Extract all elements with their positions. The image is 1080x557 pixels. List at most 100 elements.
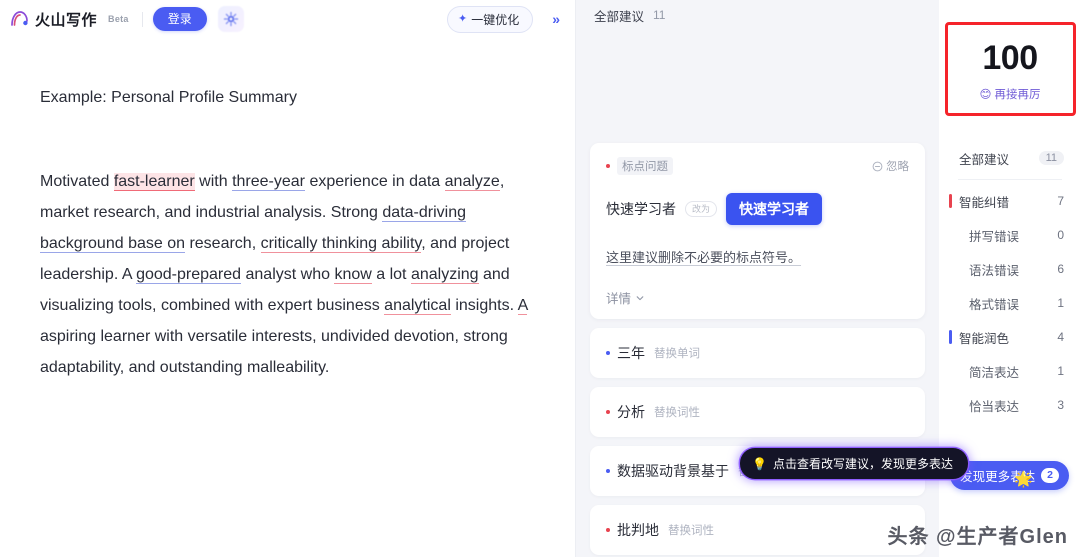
underline-good-prepared[interactable]: good-prepared — [136, 266, 242, 284]
sidebar-count: 1 — [1057, 364, 1064, 378]
document-title: Example: Personal Profile Summary — [40, 89, 297, 106]
severity-dot-icon — [606, 410, 610, 414]
sidebar-item-appropriate[interactable]: 恰当表达 3 — [939, 388, 1080, 422]
suggestion-card-header: 标点问题 忽略 — [606, 157, 909, 175]
score-value: 100 — [976, 38, 1044, 79]
beta-badge: Beta — [108, 14, 129, 24]
sidebar-item-all[interactable]: 全部建议 11 — [939, 141, 1080, 175]
brand-name: 火山写作 — [35, 11, 98, 29]
sparkle-icon: ✦ — [457, 12, 468, 25]
login-button[interactable]: 登录 — [152, 6, 207, 32]
list-item-tag: 替换词性 — [654, 407, 700, 419]
sidebar-label: 语法错误 — [969, 263, 1020, 278]
list-item-word: 三年 — [617, 345, 645, 361]
underline-analyze[interactable]: analyze — [444, 173, 500, 191]
category-bar-icon — [949, 330, 952, 344]
sidebar-label: 全部建议 — [959, 152, 1010, 167]
original-word: 快速学习者 — [606, 201, 676, 217]
score-wrapper: 100 😊 再接再厉 — [939, 22, 1080, 122]
circle-minus-icon — [872, 161, 883, 171]
list-item-tag: 替换单词 — [654, 348, 700, 360]
discover-count: 2 — [1041, 468, 1059, 483]
sidebar-item-grammar[interactable]: 语法错误 6 — [939, 252, 1080, 286]
smile-emoji-icon: 😊 — [979, 88, 992, 101]
sidebar-label: 简洁表达 — [969, 365, 1020, 380]
sidebar-label: 智能润色 — [959, 331, 1010, 346]
underline-analyzing[interactable]: analyzing — [410, 266, 479, 284]
underline-analytical[interactable]: analytical — [384, 297, 451, 315]
collapse-panel-icon[interactable]: » — [547, 10, 565, 28]
document-paragraph: Motivated fast-learner with three-year e… — [40, 166, 535, 383]
list-item[interactable]: 三年 替换单词 — [590, 328, 925, 378]
app-root: 火山写作 Beta 登录 ✦ 一键优化 » Example: Personal … — [0, 0, 1080, 557]
one-click-optimize-button[interactable]: ✦ 一键优化 — [446, 5, 534, 33]
severity-dot-icon — [606, 469, 610, 473]
sidebar-item-format[interactable]: 格式错误 1 — [939, 286, 1080, 320]
sidebar-label: 智能纠错 — [959, 195, 1010, 210]
score-card: 100 😊 再接再厉 — [951, 26, 1069, 116]
sidebar-count: 1 — [1057, 296, 1064, 310]
optimize-label: 一键优化 — [471, 12, 520, 27]
category-bar-icon — [949, 194, 952, 208]
ignore-button[interactable]: 忽略 — [872, 158, 909, 174]
chevron-down-icon — [636, 295, 644, 300]
details-label: 详情 — [606, 292, 632, 306]
suggestion-type-badge: 标点问题 — [617, 157, 673, 175]
magic-wand-icon[interactable] — [217, 6, 244, 32]
underline-know[interactable]: know — [334, 266, 372, 284]
text-seg: insights. — [450, 297, 518, 314]
watermark: 头条 @生产者Glen — [887, 526, 1068, 548]
toolbar-divider — [141, 11, 143, 27]
sidebar-count: 7 — [1057, 194, 1064, 208]
replace-arrow-pill: 改为 — [685, 200, 718, 218]
text-seg: a lot — [371, 266, 411, 283]
list-item[interactable]: 批判地 替换词性 — [590, 505, 925, 555]
underline-critically-thinking[interactable]: critically thinking ability — [260, 235, 422, 253]
sidebar-count: 11 — [1038, 151, 1064, 165]
category-list: 全部建议 11 智能纠错 7 拼写错误 0 语法错误 6 格式错误 1 智能润色… — [939, 141, 1080, 422]
sidebar-count: 3 — [1057, 398, 1064, 412]
suggestion-card-active[interactable]: 标点问题 忽略 快速学习者 改为 快速学习者 这里建议删除不必要的标点符号。 详… — [590, 143, 925, 319]
underline-a[interactable]: A — [517, 297, 528, 315]
score-caption: 再接再厉 — [994, 88, 1041, 101]
sidebar-item-correction[interactable]: 智能纠错 7 — [939, 184, 1080, 218]
sidebar-label: 恰当表达 — [969, 399, 1020, 414]
replacement-row: 快速学习者 改为 快速学习者 — [606, 193, 909, 225]
underline-three-year[interactable]: three-year — [232, 173, 305, 191]
list-item[interactable]: 分析 替换词性 — [590, 387, 925, 437]
text-seg: analyst who — [241, 266, 335, 283]
lightbulb-icon: 💡 — [752, 456, 767, 471]
text-seg: research, — [185, 235, 261, 252]
sidebar-count: 4 — [1057, 330, 1064, 344]
text-seg: with — [194, 173, 233, 190]
suggestions-header-label: 全部建议 — [594, 9, 645, 24]
sidebar-item-concise[interactable]: 简洁表达 1 — [939, 354, 1080, 388]
details-expander[interactable]: 详情 — [606, 288, 909, 307]
list-item-word: 批判地 — [617, 522, 659, 538]
suggestions-header-count: 11 — [653, 8, 666, 22]
sidebar-count: 6 — [1057, 262, 1064, 276]
sidebar-label: 格式错误 — [969, 297, 1020, 312]
list-item-word: 分析 — [617, 404, 645, 420]
list-item-word: 数据驱动背景基于 — [617, 463, 729, 479]
sidebar-divider — [957, 179, 1062, 180]
list-item-tag: 替换词性 — [668, 525, 714, 537]
top-toolbar: 火山写作 Beta 登录 ✦ 一键优化 » — [0, 0, 575, 38]
sidebar-label: 拼写错误 — [969, 229, 1020, 244]
rewrite-tooltip[interactable]: 💡 点击查看改写建议，发现更多表达 — [740, 448, 968, 479]
sidebar-item-spelling[interactable]: 拼写错误 0 — [939, 218, 1080, 252]
sidebar-item-polish[interactable]: 智能润色 4 — [939, 320, 1080, 354]
editor-column: 火山写作 Beta 登录 ✦ 一键优化 » Example: Personal … — [0, 0, 576, 557]
suggestions-header: 全部建议 11 — [576, 0, 939, 30]
text-seg: aspiring learner with versatile interest… — [40, 328, 508, 376]
suggestion-description: 这里建议删除不必要的标点符号。 — [606, 250, 802, 265]
apply-replacement-button[interactable]: 快速学习者 — [726, 193, 823, 225]
ignore-label: 忽略 — [886, 161, 909, 173]
toolbar-right: ✦ 一键优化 » — [446, 5, 565, 33]
volcano-logo-icon — [8, 8, 30, 30]
highlight-fast-learner[interactable]: fast-learner — [113, 173, 195, 191]
severity-dot-icon — [606, 528, 610, 532]
document-editor[interactable]: Example: Personal Profile Summary Motiva… — [0, 38, 575, 557]
score-caption-row: 😊 再接再厉 — [980, 86, 1041, 102]
severity-dot-icon — [606, 351, 610, 355]
